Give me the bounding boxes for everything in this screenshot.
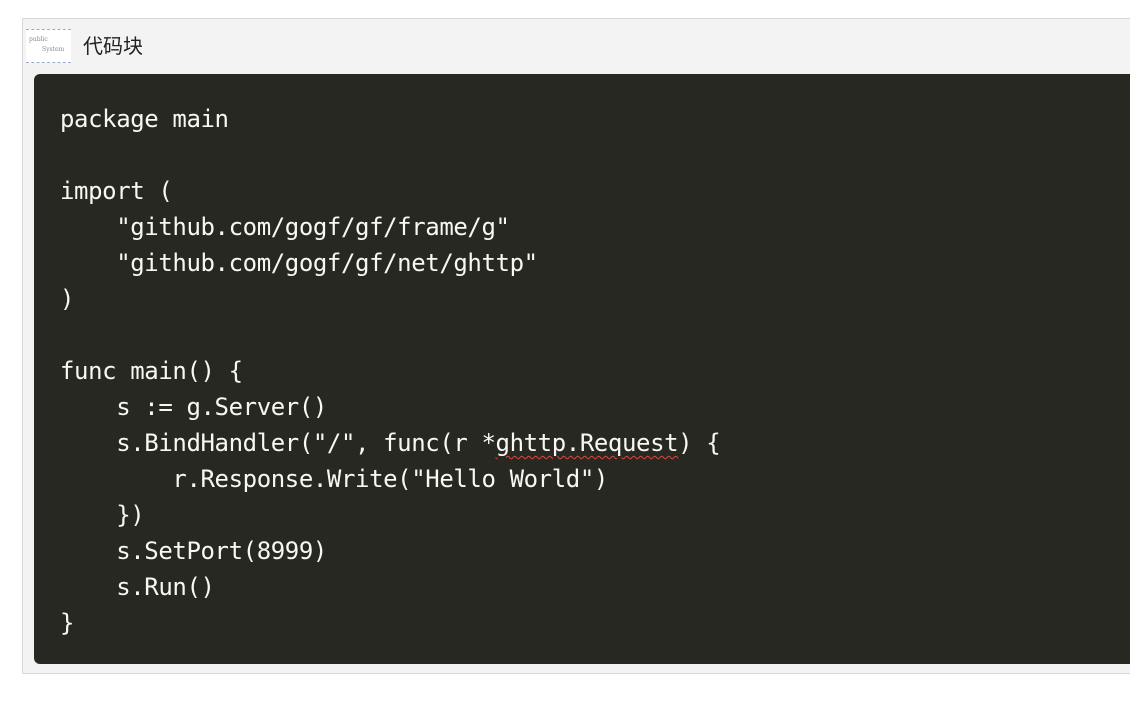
code-line-5: "github.com/gogf/gf/net/ghttp" [60,249,538,277]
code-line-1: package main [60,105,229,133]
code-line-8: func main() { [60,357,243,385]
thumbnail-text-line-2: System [42,46,65,53]
code-block-panel: public System 代码块 package main import ( "… [22,18,1130,674]
code-line-10-end: ) { [678,429,721,457]
code-line-4: "github.com/gogf/gf/frame/g" [60,213,510,241]
code-block-thumbnail-icon: public System [26,29,71,63]
code-line-10: s.BindHandler("/", func(r *ghttp.Request… [60,425,721,461]
code-line-9: s := g.Server() [60,393,327,421]
code-line-3: import ( [60,177,173,205]
code-editor[interactable]: package main import ( "github.com/gogf/gf… [34,74,1130,664]
code-line-12: }) [60,501,145,529]
code-line-15: } [60,609,75,637]
code-content[interactable]: package main import ( "github.com/gogf/gf… [60,101,721,641]
code-line-14: s.Run() [60,573,215,601]
code-line-11: r.Response.Write("Hello World") [60,465,608,493]
code-line-13: s.SetPort(8999) [60,537,327,565]
code-line-10-start: s.BindHandler("/", func(r * [60,429,496,457]
spellcheck-flagged-word: ghttp.Request [495,429,679,457]
panel-header: public System 代码块 [23,19,1130,73]
panel-title: 代码块 [83,34,143,58]
thumbnail-text-line-1: public [29,36,48,43]
code-line-6: ) [60,285,75,313]
